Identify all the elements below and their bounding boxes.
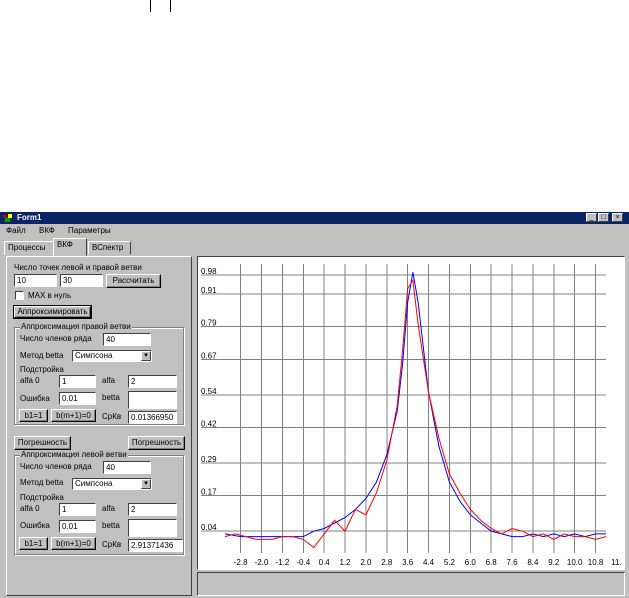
right-method-select[interactable]: Симпсона ▼: [72, 350, 152, 362]
x-tick-label: 5.2: [444, 558, 456, 567]
clipped-fragment: [146, 0, 178, 12]
right-betta-label: betta: [102, 393, 120, 402]
left-method-select[interactable]: Симпсона ▼: [72, 478, 152, 490]
x-tick-label: 9.2: [548, 558, 560, 567]
x-tick-label: 7.6: [506, 558, 518, 567]
left-branch-title: Аппроксимация левой ветви: [20, 450, 128, 460]
x-tick-label: -2.0: [255, 558, 269, 567]
tab-processes[interactable]: Процессы: [4, 241, 54, 255]
approximate-button[interactable]: Аппроксимировать: [13, 305, 92, 319]
points-label: Число точек левой и правой ветви: [14, 263, 142, 272]
max-zero-checkbox[interactable]: [15, 291, 24, 300]
menu-parameters[interactable]: Параметры: [68, 225, 111, 237]
tab-vkf[interactable]: ВКФ: [53, 238, 87, 256]
x-tick-label: -1.2: [276, 558, 290, 567]
right-alfa0-label: alfa 0: [20, 376, 40, 385]
x-tick-label: 8.4: [527, 558, 539, 567]
left-alfa-label: alfa: [102, 504, 115, 513]
x-tick-label: 6.8: [486, 558, 498, 567]
right-alfa0-input[interactable]: 1: [59, 375, 96, 388]
y-tick-label: 0.79: [201, 319, 217, 328]
x-tick-label: 2.8: [381, 558, 393, 567]
x-tick-label: 6.0: [465, 558, 477, 567]
left-method-value: Симпсона: [75, 479, 113, 488]
y-tick-label: 0.91: [201, 286, 217, 295]
left-b1-button[interactable]: b1=1: [19, 537, 48, 550]
main-window: Form1 _ □ × Файл ВКФ Параметры Процессы …: [0, 212, 629, 598]
tab-strip: Процессы ВКФ ВСпектр: [0, 238, 629, 256]
right-method-label: Метод betta: [20, 351, 64, 360]
x-tick-label: 10.0: [567, 558, 583, 567]
y-tick-label: 0.54: [201, 387, 217, 396]
left-terms-label: Число членов ряда: [20, 462, 92, 471]
left-terms-input[interactable]: 40: [103, 461, 151, 474]
x-tick-label: -0.4: [296, 558, 310, 567]
chart-panel: 0.04 0.17 0.29 0.42 0.54 0.67 0.79 0.91 0.98 -2.8…: [197, 256, 625, 570]
x-tick-label: 10.8: [588, 558, 604, 567]
left-method-label: Метод betta: [20, 478, 64, 487]
right-points-input[interactable]: 30: [60, 274, 103, 287]
calculate-button[interactable]: Рассчитать: [106, 274, 161, 288]
right-error-input[interactable]: 0.01: [59, 392, 96, 405]
x-tick-label: 1.2: [339, 558, 351, 567]
y-tick-label: 0.04: [201, 523, 217, 532]
y-tick-label: 0.29: [201, 455, 217, 464]
right-terms-label: Число членов ряда: [20, 334, 92, 343]
window-title: Form1: [17, 213, 42, 222]
left-alfa-input[interactable]: 2: [128, 503, 177, 516]
status-panel: [197, 572, 625, 596]
right-tuning-label: Подстройка: [20, 365, 64, 374]
minimize-button[interactable]: _: [586, 213, 597, 222]
x-tick-label: -2.8: [234, 558, 248, 567]
menu-vkf[interactable]: ВКФ: [39, 225, 55, 237]
app-icon: [3, 214, 12, 222]
right-method-value: Симпсона: [75, 351, 113, 360]
chart: 0.04 0.17 0.29 0.42 0.54 0.67 0.79 0.91 0.98 -2.8…: [201, 264, 622, 567]
left-alfa0-label: alfa 0: [20, 504, 40, 513]
left-tuning-label: Подстройка: [20, 493, 64, 502]
close-button[interactable]: ×: [612, 213, 623, 222]
x-tick-label: 0.4: [319, 558, 331, 567]
y-tick-label: 0.42: [201, 420, 217, 429]
left-panel: Число точек левой и правой ветви 10 30 Р…: [6, 256, 192, 596]
left-bm-button[interactable]: b(m+1)=0: [51, 537, 96, 550]
left-points-input[interactable]: 10: [14, 274, 57, 287]
title-bar: Form1 _ □ ×: [0, 212, 629, 224]
x-tick-label: 2.0: [360, 558, 372, 567]
x-tick-label: 11.: [611, 558, 622, 567]
right-b1-button[interactable]: b1=1: [19, 409, 48, 422]
right-bm-button[interactable]: b(m+1)=0: [51, 409, 96, 422]
left-alfa0-input[interactable]: 1: [59, 503, 96, 516]
right-error-label: Ошибка: [20, 394, 50, 403]
right-alfa-input[interactable]: 2: [128, 375, 177, 388]
left-error-label: Ошибка: [20, 521, 50, 530]
left-error-input[interactable]: 0.01: [59, 520, 96, 533]
maximize-button[interactable]: □: [598, 213, 609, 222]
right-betta-input[interactable]: [128, 391, 177, 409]
right-alfa-label: alfa: [102, 376, 115, 385]
left-betta-label: betta: [102, 521, 120, 530]
menu-bar: Файл ВКФ Параметры: [0, 225, 629, 237]
right-branch-title: Аппроксимация правой ветви: [20, 322, 132, 332]
y-tick-label: 0.17: [201, 488, 217, 497]
x-tick-label: 4.4: [423, 558, 435, 567]
y-tick-label: 0.98: [201, 267, 217, 276]
menu-file[interactable]: Файл: [6, 225, 26, 237]
left-srkv-label: СрКв: [102, 540, 122, 549]
chevron-down-icon[interactable]: ▼: [141, 351, 151, 361]
tab-vspectr[interactable]: ВСпектр: [88, 241, 131, 255]
error-button-left[interactable]: Погрешность: [14, 436, 71, 450]
max-zero-label: MAX в нуль: [28, 291, 72, 300]
y-tick-label: 0.67: [201, 351, 217, 360]
right-terms-input[interactable]: 40: [103, 333, 151, 346]
right-srkv-output: 0.01366950: [128, 411, 177, 424]
error-button-right[interactable]: Погрешность: [128, 436, 185, 450]
fragment-line-right: [170, 0, 171, 12]
left-srkv-output: 2.91371436: [128, 539, 183, 552]
fragment-line-left: [150, 0, 151, 12]
chevron-down-icon[interactable]: ▼: [141, 479, 151, 489]
right-srkv-label: СрКв: [102, 412, 122, 421]
left-betta-input[interactable]: [128, 519, 177, 537]
x-tick-label: 3.6: [402, 558, 414, 567]
